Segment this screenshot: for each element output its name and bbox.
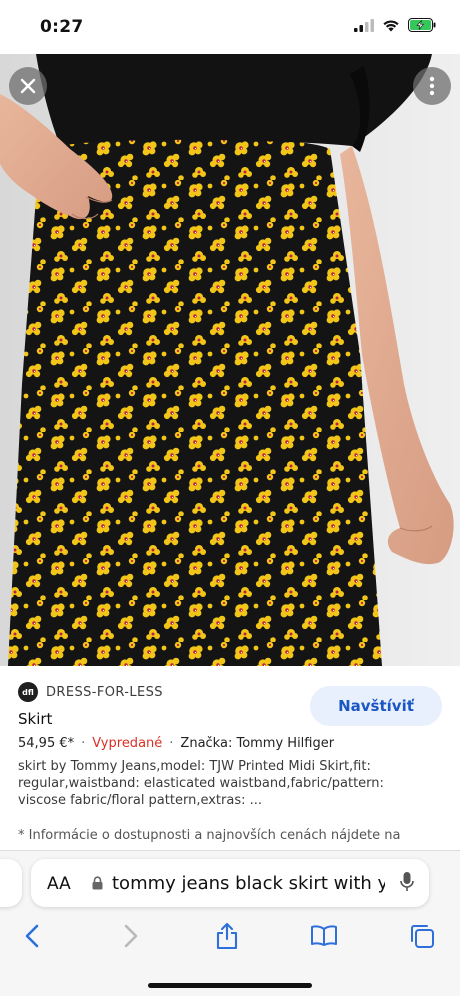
- browser-toolbar: AA tommy jeans black skirt with y: [0, 850, 460, 996]
- forward-icon: [124, 924, 138, 948]
- brand: Značka: Tommy Hilfiger: [180, 736, 335, 751]
- back-button[interactable]: [17, 921, 47, 951]
- previous-tab-peek[interactable]: [0, 859, 22, 907]
- skirt-photo: [0, 54, 460, 666]
- search-field[interactable]: tommy jeans black skirt with y: [109, 873, 385, 894]
- status-time: 0:27: [40, 17, 84, 37]
- bookmarks-icon: [311, 925, 337, 946]
- lock-icon: [92, 876, 103, 890]
- wifi-icon: [383, 19, 399, 31]
- more-vertical-icon: [429, 76, 435, 96]
- product-title: Skirt: [18, 710, 53, 728]
- tabs-icon: [411, 925, 434, 948]
- tabs-button[interactable]: [407, 921, 437, 951]
- forward-button[interactable]: [116, 921, 146, 951]
- meta-separator: ·: [81, 736, 86, 751]
- result-info-panel: dfl DRESS-FOR-LESS Navštíviť Skirt 54,95…: [0, 666, 460, 850]
- close-icon: [20, 78, 36, 94]
- availability-note: * Informácie o dostupnosti a najnovších …: [18, 828, 401, 843]
- close-button[interactable]: [9, 67, 47, 105]
- share-icon: [216, 922, 238, 950]
- browser-nav: [0, 921, 460, 951]
- more-options-button[interactable]: [413, 67, 451, 105]
- availability-badge: Vypredané: [92, 736, 163, 751]
- bookmarks-button[interactable]: [309, 921, 339, 951]
- source-logo: dfl: [18, 682, 38, 702]
- source-name: DRESS-FOR-LESS: [46, 684, 163, 700]
- product-image[interactable]: [0, 54, 460, 666]
- price: 54,95 €*: [18, 736, 75, 751]
- reader-options-button[interactable]: AA: [47, 874, 71, 894]
- battery-charging-icon: [408, 18, 436, 32]
- cellular-signal-icon: [354, 18, 374, 32]
- share-button[interactable]: [212, 921, 242, 951]
- meta-separator: ·: [169, 736, 174, 751]
- source[interactable]: dfl DRESS-FOR-LESS: [18, 682, 163, 702]
- status-icons: [354, 18, 436, 32]
- back-icon: [25, 924, 39, 948]
- address-bar[interactable]: AA tommy jeans black skirt with y: [31, 859, 429, 907]
- search-query: tommy jeans black skirt with y: [112, 873, 385, 894]
- microphone-icon[interactable]: [400, 871, 414, 893]
- visit-button[interactable]: Navštíviť: [310, 686, 442, 726]
- home-indicator: [148, 983, 312, 988]
- product-meta: 54,95 €* · Vypredané · Značka: Tommy Hil…: [18, 736, 334, 751]
- status-bar: 0:27: [0, 0, 460, 54]
- product-description: skirt by Tommy Jeans,model: TJW Printed …: [18, 759, 384, 808]
